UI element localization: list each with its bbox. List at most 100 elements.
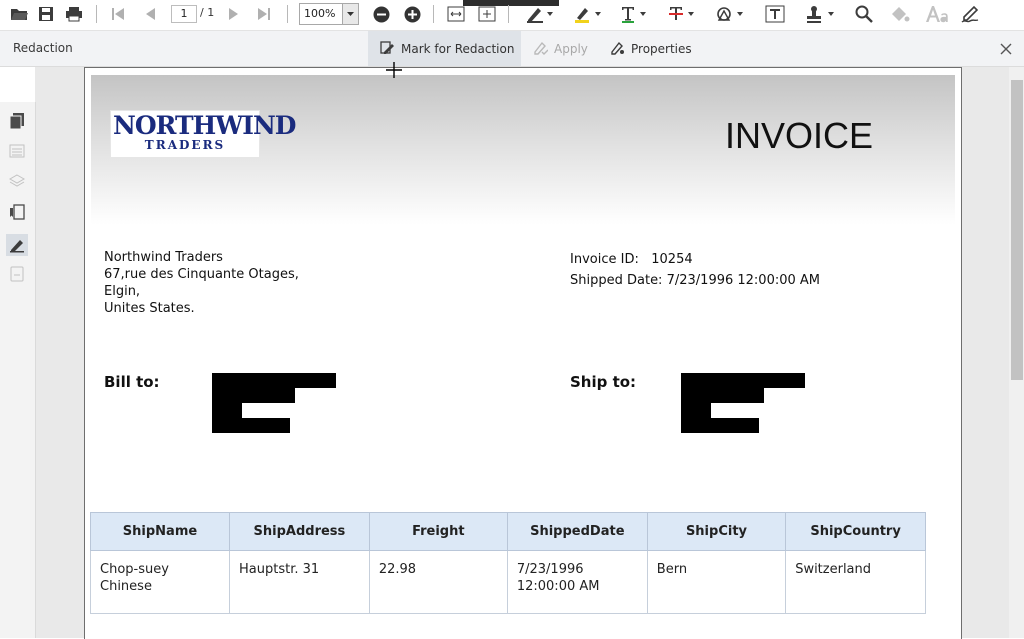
redaction-toolbar: Redaction Mark for Redaction Apply Prope… [0,31,1024,67]
zoom-out-icon[interactable] [371,3,391,25]
document-page: NORTHWIND TRADERS INVOICE Northwind Trad… [84,67,962,639]
thumbnail-icon[interactable] [8,142,26,160]
table-cell: 7/23/1996 12:00:00 AM [506,550,648,614]
company-address: Northwind Traders 67,rue des Cinquante O… [104,249,299,317]
ship-name-line: Chop-suey [100,562,169,577]
toolbar-separator [508,5,509,23]
column-header: ShipName [89,512,231,551]
layers-icon[interactable] [8,172,26,190]
fit-page-icon[interactable] [477,3,497,25]
document-viewer: NORTHWIND TRADERS INVOICE Northwind Trad… [0,67,1024,639]
invoice-id-value: 10254 [651,252,693,267]
toolbar-separator [96,5,97,23]
signature-icon[interactable] [959,3,983,25]
redaction-title: Redaction [13,41,73,55]
table-cell: Hauptstr. 31 [229,550,370,614]
address-line: Elgin, [104,284,141,299]
logo-wordmark: NORTHWIND [113,111,297,140]
table-row: Chop-suey Chinese Hauptstr. 31 22.98 7/23… [89,550,926,614]
header-band: NORTHWIND TRADERS INVOICE [91,75,955,225]
main-toolbar: 1 / 1 100% [0,0,1024,31]
mark-for-redaction-button[interactable]: Mark for Redaction [368,31,521,66]
redaction-box[interactable] [681,373,805,388]
redaction-box[interactable] [212,373,336,388]
shipped-date-line: 12:00:00 AM [516,579,600,594]
redaction-box[interactable] [212,388,295,403]
scrollbar-thumb[interactable] [1011,80,1023,380]
redaction-box[interactable] [212,403,242,418]
table-cell: 22.98 [368,550,508,614]
fit-width-icon[interactable] [446,3,466,25]
address-line: Unites States. [104,301,195,316]
toolbar-separator [287,5,288,23]
pages-icon[interactable] [8,112,26,130]
address-line: 67,rue des Cinquante Otages, [104,267,299,282]
redaction-box[interactable] [681,388,764,403]
redaction-box[interactable] [212,418,290,433]
zoom-value: 100% [304,7,336,20]
page-total: / 1 [200,6,215,19]
free-text-icon[interactable] [764,3,786,25]
redaction-box[interactable] [681,403,711,418]
apply-label: Apply [554,41,588,56]
shape-icon[interactable] [714,3,746,25]
column-header: ShipCity [646,512,787,551]
ship-name-line: Chinese [100,579,152,594]
zoom-in-icon[interactable] [402,3,422,25]
first-page-icon[interactable] [108,3,128,25]
ship-to-label: Ship to: [570,373,637,391]
redaction-box[interactable] [681,418,759,433]
previous-page-icon[interactable] [140,3,160,25]
table-header-row: ShipName ShipAddress Freight ShippedDate… [89,512,926,551]
last-page-icon[interactable] [254,3,274,25]
company-logo: NORTHWIND TRADERS [110,110,297,158]
crosshair-cursor-icon [386,62,402,78]
chevron-down-icon[interactable] [342,4,358,24]
table-cell: Bern [646,550,787,614]
company-name: Northwind Traders [104,250,223,265]
table-cell: Switzerland [785,550,926,614]
close-icon[interactable] [1000,40,1012,59]
invoice-title: INVOICE [725,115,874,156]
apply-button[interactable]: Apply [533,31,588,66]
properties-label: Properties [631,41,692,56]
save-icon[interactable] [36,3,56,25]
text-markup-icon[interactable] [619,3,649,25]
font-icon[interactable] [924,3,950,25]
highlight-icon[interactable] [572,3,604,25]
bill-to-label: Bill to: [104,373,160,391]
shipment-table: ShipName ShipAddress Freight ShippedDate… [89,512,926,614]
page-number-input[interactable]: 1 [171,5,197,23]
apply-icon [533,40,549,58]
stamp-icon[interactable] [803,3,837,25]
column-header: ShippedDate [506,512,648,551]
shipped-date-value: 7/23/1996 12:00:00 AM [666,273,821,288]
mark-redaction-icon [380,40,395,58]
properties-icon [610,40,625,58]
shipped-date-label: Shipped Date: [570,273,663,288]
logo-subtitle: TRADERS [144,138,226,152]
zoom-select[interactable]: 100% [299,3,359,25]
strikethrough-icon[interactable] [667,3,697,25]
sidebar-top-blank [0,67,35,102]
search-icon[interactable] [853,3,875,25]
invoice-id-label: Invoice ID: [570,252,639,267]
invoice-meta: Invoice ID: 10254 Shipped Date: 7/23/199… [570,249,820,291]
left-sidebar [0,102,36,638]
column-header: ShipAddress [229,512,370,551]
bookmarks-icon[interactable] [8,203,26,221]
redaction-icon[interactable] [6,234,28,256]
ink-icon[interactable] [524,3,556,25]
column-header: Freight [368,512,508,551]
shipped-date-line: 7/23/1996 [516,562,584,577]
fill-icon[interactable] [889,3,911,25]
table-cell: Chop-suey Chinese [89,550,231,614]
properties-button[interactable]: Properties [610,31,692,66]
toolbar-separator [433,5,434,23]
mark-for-redaction-label: Mark for Redaction [401,41,515,56]
attachments-icon[interactable] [8,265,26,283]
open-folder-icon[interactable] [8,3,30,25]
column-header: ShipCountry [785,512,926,551]
print-icon[interactable] [63,3,85,25]
next-page-icon[interactable] [224,3,244,25]
